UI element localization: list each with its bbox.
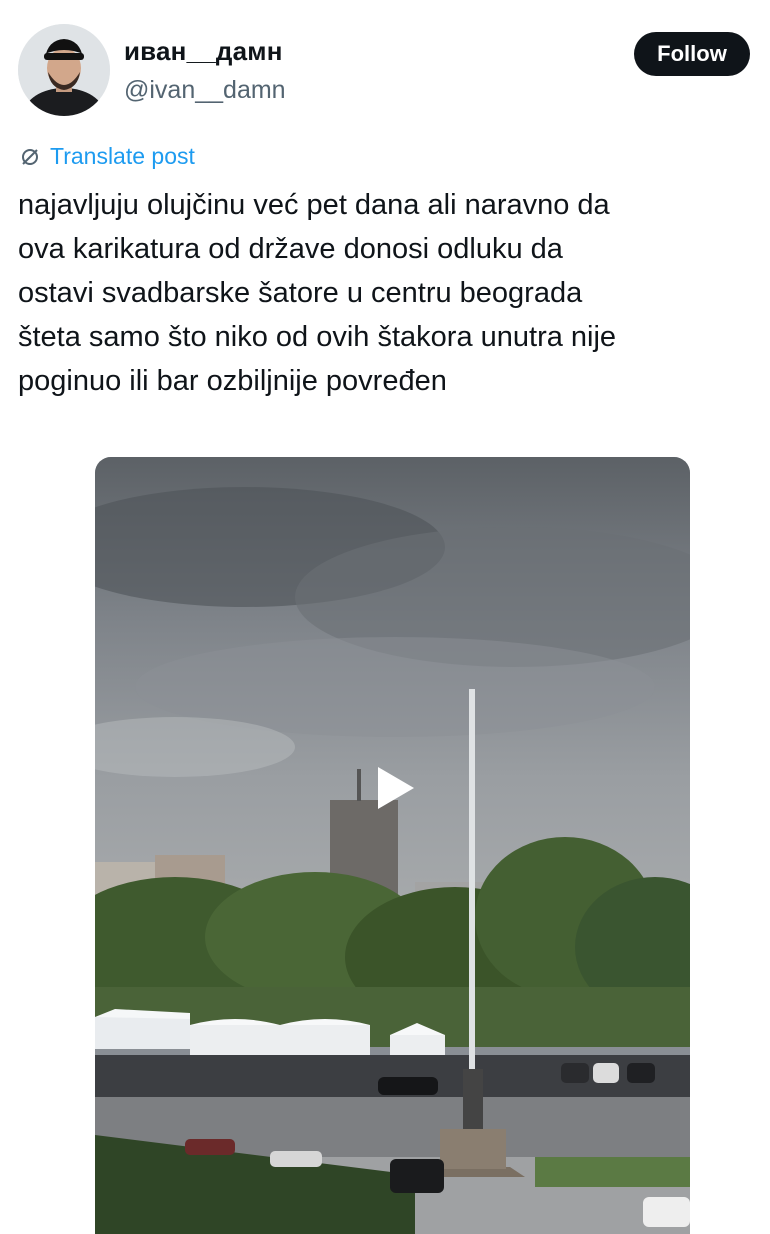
post-text: najavljuju olujčinu već pet dana ali nar… [18,189,617,397]
avatar-image [18,24,110,116]
play-icon[interactable] [376,765,416,811]
translate-post-link[interactable]: Translate post [20,143,195,170]
avatar[interactable] [18,24,110,116]
globe-slash-icon [22,148,38,165]
follow-button[interactable]: Follow [634,32,750,76]
display-name[interactable]: иван__дамн [124,36,283,67]
user-handle[interactable]: @ivan__damn [124,76,286,105]
translate-post-label: Translate post [50,143,195,169]
video-player[interactable] [95,457,690,1234]
video-thumbnail [95,457,690,1234]
